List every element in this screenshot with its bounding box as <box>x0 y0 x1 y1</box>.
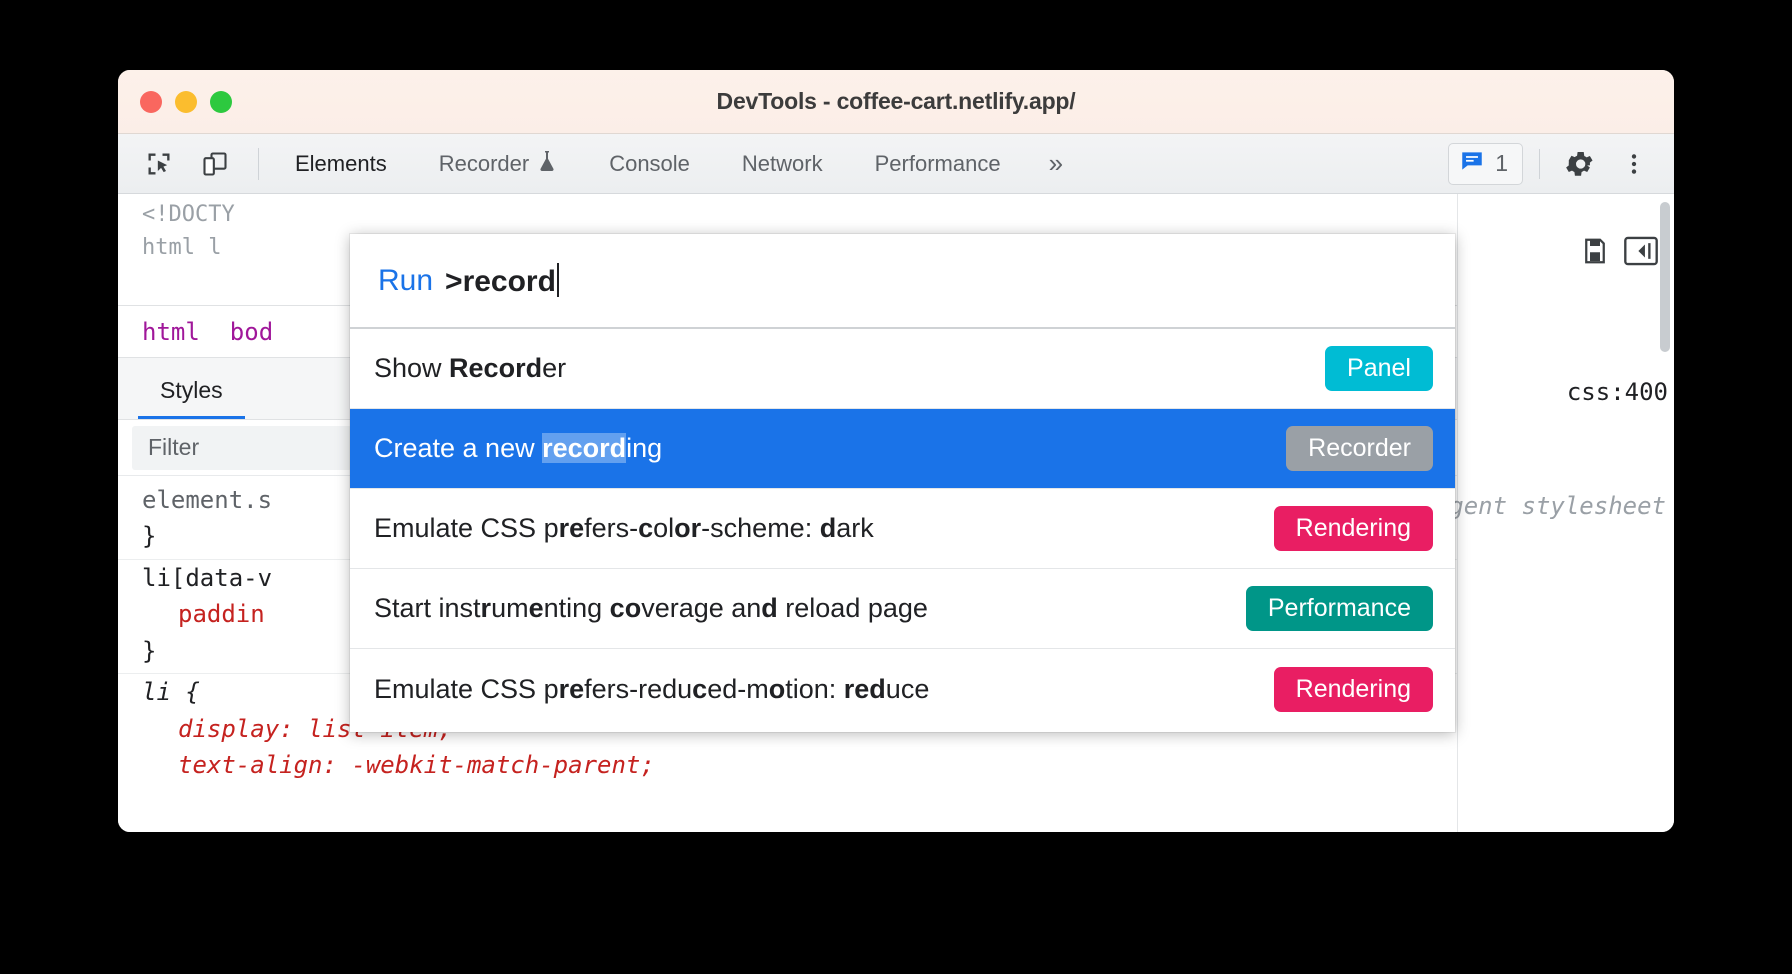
command-menu-item-badge: Rendering <box>1273 666 1433 712</box>
command-menu-item-badge: Rendering <box>1273 506 1433 551</box>
toolbar-left-icons <box>118 144 269 184</box>
inspect-element-icon[interactable] <box>136 144 182 184</box>
command-menu-item[interactable]: Create a new recording Recorder <box>350 409 1455 489</box>
tab-elements-label: Elements <box>295 150 387 176</box>
breadcrumb-item-body[interactable]: bod <box>230 318 273 346</box>
message-count-badge[interactable]: 1 <box>1448 142 1523 185</box>
tab-elements[interactable]: Elements <box>269 134 413 193</box>
panel-tabs: Elements Recorder Console Network Perfor… <box>269 134 1085 193</box>
command-menu-results: Show Recorder Panel Create a new recording… <box>350 329 1455 732</box>
more-tabs-icon[interactable]: » <box>1027 148 1085 179</box>
message-count: 1 <box>1495 150 1508 176</box>
command-menu-item-label: Start instrumenting coverage and reload … <box>374 593 928 623</box>
devtools-window: DevTools - coffee-cart.netlify.app/ Elem… <box>118 70 1674 832</box>
command-menu-item-label: Emulate CSS prefers-color-scheme: dark <box>374 513 874 543</box>
tab-recorder[interactable]: Recorder <box>413 134 583 193</box>
tab-console-label: Console <box>609 150 690 176</box>
tab-performance-label: Performance <box>874 150 1001 176</box>
device-toolbar-icon[interactable] <box>192 144 238 184</box>
command-menu-item[interactable]: Show Recorder Panel <box>350 329 1455 409</box>
css-declaration-text-align[interactable]: text-align: -webkit-match-parent; <box>118 747 1457 783</box>
tab-network[interactable]: Network <box>716 134 849 193</box>
window-title: DevTools - coffee-cart.netlify.app/ <box>716 88 1076 114</box>
styles-scrollbar-thumb[interactable] <box>1660 202 1670 352</box>
new-style-rule-icon[interactable] <box>1580 236 1610 271</box>
command-menu-query-text: >record <box>445 264 556 298</box>
command-menu-item-badge: Recorder <box>1286 426 1433 471</box>
command-menu-item-label: Emulate CSS prefers-reduced-motion: redu… <box>374 673 930 704</box>
styles-scrollbar[interactable] <box>1660 202 1670 462</box>
toolbar-divider-right <box>1539 148 1540 179</box>
text-cursor <box>556 262 559 297</box>
style-source-link[interactable]: css:400 <box>1567 378 1668 406</box>
kebab-menu-icon[interactable] <box>1610 141 1658 187</box>
devtools-toolbar: Elements Recorder Console Network Perfor… <box>118 134 1674 194</box>
message-icon <box>1459 148 1485 179</box>
command-menu-item[interactable]: Emulate CSS prefers-color-scheme: dark Re… <box>350 489 1455 569</box>
window-titlebar: DevTools - coffee-cart.netlify.app/ <box>118 70 1674 134</box>
toggle-sidebar-icon[interactable] <box>1624 236 1658 271</box>
command-menu-item[interactable]: Start instrumenting coverage and reload … <box>350 569 1455 649</box>
command-menu: Run >record Show Recorder Panel Create a n… <box>350 234 1455 732</box>
styles-pane-right: css:400 user agent stylesheet <box>1363 194 1674 832</box>
gear-icon[interactable] <box>1556 141 1604 187</box>
command-menu-item-label: Create a new recording <box>374 433 663 463</box>
tab-network-label: Network <box>741 150 823 176</box>
command-menu-item-label: Show Recorder <box>374 353 567 383</box>
screenshot-root: DevTools - coffee-cart.netlify.app/ Elem… <box>0 0 1792 974</box>
tab-performance[interactable]: Performance <box>849 134 1027 193</box>
flask-icon <box>537 149 557 179</box>
command-menu-item-badge: Panel <box>1325 346 1433 391</box>
styles-right-toolbar <box>1580 236 1658 271</box>
command-menu-item[interactable]: Emulate CSS prefers-reduced-motion: redu… <box>350 649 1455 729</box>
doctype-line: <!DOCTY <box>142 202 235 227</box>
toolbar-right-icons: 1 <box>1448 141 1674 187</box>
tab-recorder-label: Recorder <box>438 150 530 176</box>
breadcrumb-item-html[interactable]: html <box>142 318 200 346</box>
tab-styles[interactable]: Styles <box>138 377 245 419</box>
tab-console[interactable]: Console <box>583 134 716 193</box>
styles-filter-input[interactable]: Filter <box>132 425 352 470</box>
command-menu-input-row[interactable]: Run >record <box>350 234 1455 329</box>
command-menu-item-badge: Performance <box>1245 586 1433 631</box>
command-menu-prefix: Run <box>378 263 434 297</box>
toolbar-divider <box>258 147 259 180</box>
command-menu-input[interactable]: >record <box>445 262 559 299</box>
